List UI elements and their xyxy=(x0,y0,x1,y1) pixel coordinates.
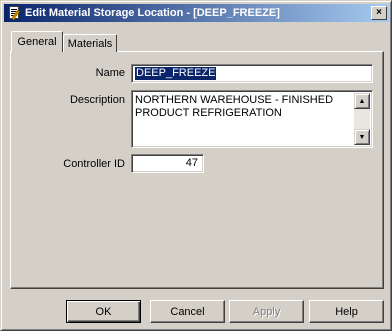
name-field[interactable]: DEEP_FREEZE xyxy=(131,64,373,83)
description-scrollbar[interactable]: ▲ ▼ xyxy=(354,93,370,145)
description-field[interactable]: NORTHERN WAREHOUSE - FINISHED PRODUCT RE… xyxy=(131,90,373,148)
name-field-value: DEEP_FREEZE xyxy=(135,67,217,80)
close-button[interactable]: × xyxy=(371,6,387,20)
window-title: Edit Material Storage Location - [DEEP_F… xyxy=(25,7,280,19)
scroll-up-icon[interactable]: ▲ xyxy=(354,93,370,109)
controller-id-value: 47 xyxy=(185,157,198,169)
cancel-button-label: Cancel xyxy=(170,305,205,318)
close-icon: × xyxy=(376,7,382,18)
apply-button-label: Apply xyxy=(252,305,281,318)
help-button[interactable]: Help xyxy=(309,300,384,323)
tab-general-label: General xyxy=(17,36,57,48)
tab-general[interactable]: General xyxy=(11,31,63,52)
tab-materials-label: Materials xyxy=(67,37,113,50)
apply-button: Apply xyxy=(229,300,304,323)
cancel-button[interactable]: Cancel xyxy=(150,300,225,323)
title-bar[interactable]: Edit Material Storage Location - [DEEP_F… xyxy=(4,4,389,22)
general-tab-panel: Name DEEP_FREEZE Description NORTHERN WA… xyxy=(10,51,384,289)
dialog-window: Edit Material Storage Location - [DEEP_F… xyxy=(0,0,392,331)
description-field-value: NORTHERN WAREHOUSE - FINISHED PRODUCT RE… xyxy=(135,94,334,119)
help-button-label: Help xyxy=(335,305,358,318)
controller-id-field[interactable]: 47 xyxy=(131,154,204,173)
name-label: Name xyxy=(95,67,125,79)
ok-button-label: OK xyxy=(95,305,112,318)
tab-materials[interactable]: Materials xyxy=(63,34,117,52)
edit-document-icon xyxy=(7,6,21,20)
description-label: Description xyxy=(69,94,125,106)
ok-button[interactable]: OK xyxy=(66,300,141,323)
scroll-down-icon[interactable]: ▼ xyxy=(354,129,370,145)
controller-id-label: Controller ID xyxy=(63,158,125,170)
